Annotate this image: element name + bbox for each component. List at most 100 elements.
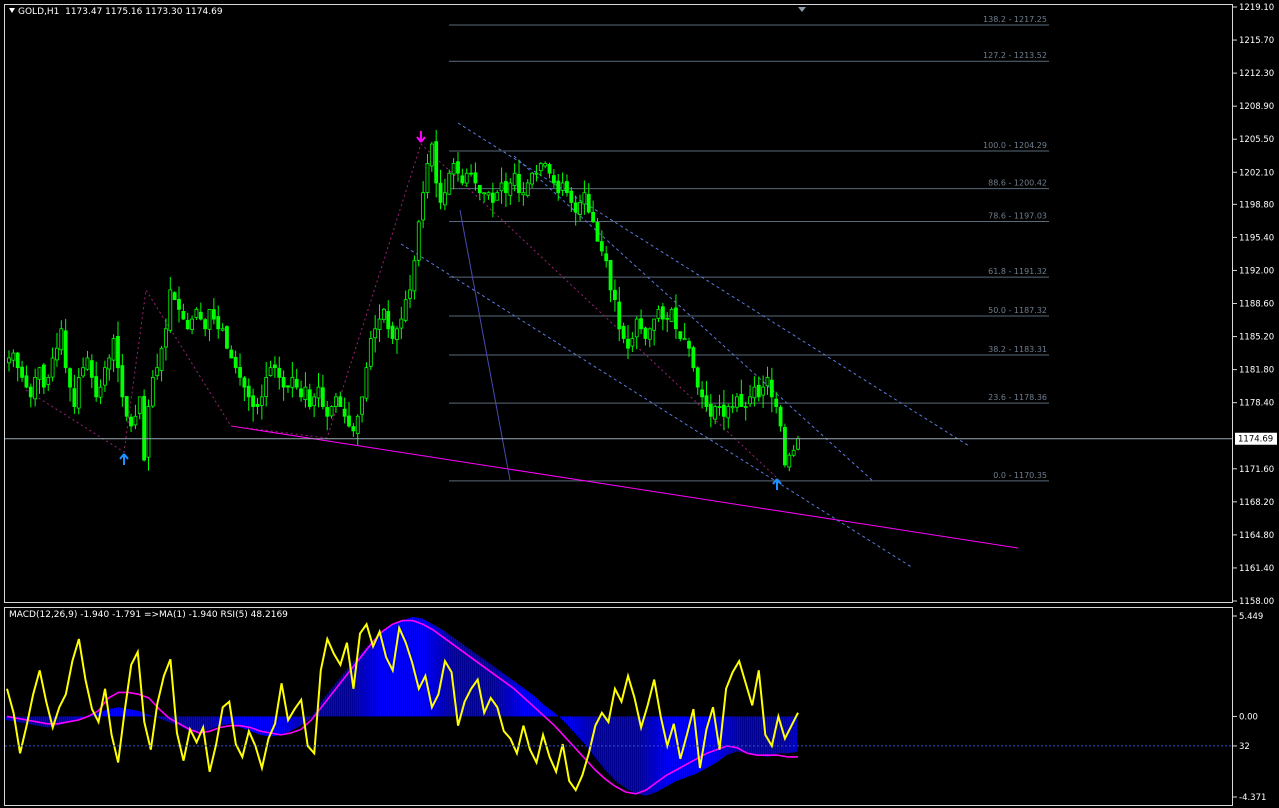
axis-label: 1219.10 bbox=[1239, 3, 1274, 13]
candle-body bbox=[547, 164, 552, 174]
candle-body bbox=[246, 385, 251, 398]
candle-body bbox=[412, 260, 417, 292]
candle-body bbox=[595, 222, 600, 242]
channel-line bbox=[457, 122, 970, 447]
candle-body bbox=[33, 376, 38, 400]
candle-body bbox=[20, 366, 24, 378]
axis-label: 1188.60 bbox=[1239, 300, 1274, 310]
axis-label: 1181.80 bbox=[1239, 366, 1274, 376]
price-chart-pane[interactable]: 138.2 - 1217.25 127.2 - 1213.52 100.0 - 12… bbox=[4, 4, 1233, 603]
candle-body bbox=[599, 241, 604, 252]
candle-body bbox=[717, 406, 722, 408]
axis-label: 1161.40 bbox=[1239, 564, 1274, 574]
candle-body bbox=[290, 376, 295, 388]
candle-body bbox=[259, 396, 264, 406]
ohlc-readout: 1173.47 1175.16 1173.30 1174.69 bbox=[65, 7, 223, 17]
fibo-label: 38.2 - 1183.31 bbox=[988, 345, 1047, 354]
candle-body bbox=[586, 194, 591, 213]
candle-body bbox=[639, 318, 643, 330]
candle-body bbox=[268, 367, 273, 376]
axis-label: 1192.00 bbox=[1239, 266, 1274, 276]
candle-body bbox=[521, 192, 526, 196]
candle-body bbox=[687, 340, 691, 349]
candle-body bbox=[229, 349, 234, 359]
candle-body bbox=[316, 386, 321, 399]
candle-body bbox=[294, 379, 299, 388]
candle-body bbox=[281, 376, 286, 388]
candle-body bbox=[116, 336, 120, 369]
candle-body bbox=[530, 172, 534, 185]
symbol-label: GOLD,H1 bbox=[18, 7, 60, 17]
candle-body bbox=[124, 396, 129, 417]
candle-body bbox=[273, 364, 277, 369]
candle-body bbox=[464, 172, 469, 184]
candle-body bbox=[796, 438, 800, 450]
indicator-pane[interactable]: MACD(12,26,9) -1.940 -1.791 =>MA(1) -1.9… bbox=[4, 607, 1233, 806]
indicator-chart-svg[interactable] bbox=[5, 608, 1232, 805]
candle-body bbox=[443, 192, 447, 206]
axis-label: 1158.00 bbox=[1239, 597, 1274, 607]
candle-body bbox=[194, 308, 199, 318]
candle-body bbox=[721, 404, 726, 417]
candle-body bbox=[451, 163, 456, 175]
candle-body bbox=[137, 396, 142, 415]
candle-body bbox=[129, 416, 133, 427]
candle-body bbox=[98, 386, 103, 398]
candle-body bbox=[133, 415, 138, 426]
candle-body bbox=[525, 182, 530, 196]
candle-body bbox=[233, 356, 238, 369]
indicator-axis-label: 5.449 bbox=[1239, 612, 1263, 622]
candle-body bbox=[216, 316, 221, 330]
candle-body bbox=[608, 260, 613, 291]
candle-body bbox=[395, 328, 399, 340]
candle-body bbox=[504, 181, 508, 194]
candle-body bbox=[312, 396, 317, 407]
candle-body bbox=[329, 406, 334, 417]
price-chart-svg[interactable]: 138.2 - 1217.25 127.2 - 1213.52 100.0 - 12… bbox=[5, 5, 1232, 602]
candle-body bbox=[660, 306, 665, 320]
indicator-header: MACD(12,26,9) -1.940 -1.791 =>MA(1) -1.9… bbox=[9, 610, 288, 620]
candle-body bbox=[438, 182, 443, 203]
candle-body bbox=[713, 406, 718, 420]
candle-body bbox=[299, 388, 303, 398]
candle-body bbox=[142, 395, 147, 461]
arrow-up-icon bbox=[119, 453, 129, 465]
fibo-label: 61.8 - 1191.32 bbox=[988, 267, 1047, 276]
candle-body bbox=[582, 192, 587, 205]
candle-body bbox=[613, 289, 617, 301]
candle-body bbox=[634, 318, 639, 338]
current-price-label: 1174.69 bbox=[1238, 435, 1273, 445]
candle-body bbox=[490, 192, 495, 203]
candle-body bbox=[769, 379, 774, 398]
candle-body bbox=[591, 212, 596, 223]
candle-body bbox=[220, 328, 225, 331]
candle-body bbox=[76, 376, 81, 409]
candle-body bbox=[752, 386, 757, 399]
candle-body bbox=[565, 181, 569, 194]
indicator-axis-label: -4.371 bbox=[1239, 793, 1266, 803]
axis-label: 1215.70 bbox=[1239, 36, 1274, 46]
axis-label: 1205.50 bbox=[1239, 135, 1274, 145]
candle-body bbox=[177, 299, 181, 310]
candle-body bbox=[46, 376, 51, 385]
collapse-triangle-icon[interactable] bbox=[9, 8, 15, 13]
fibo-label: 138.2 - 1217.25 bbox=[983, 15, 1047, 24]
candle-body bbox=[368, 338, 373, 367]
candle-body bbox=[739, 393, 744, 407]
candle-body bbox=[425, 163, 430, 193]
candle-body bbox=[761, 386, 766, 396]
candle-body bbox=[225, 326, 229, 349]
candle-body bbox=[708, 403, 713, 417]
fibo-label: 127.2 - 1213.52 bbox=[983, 51, 1047, 60]
candle-body bbox=[429, 143, 434, 167]
candle-body bbox=[72, 388, 77, 407]
candle-body bbox=[63, 330, 68, 369]
candle-body bbox=[604, 253, 609, 262]
candle-body bbox=[678, 331, 683, 339]
axis-label: 1178.40 bbox=[1239, 399, 1274, 409]
candle-body bbox=[373, 328, 378, 339]
candle-body bbox=[103, 367, 107, 386]
candle-body bbox=[28, 386, 33, 398]
candle-body bbox=[573, 202, 578, 213]
candle-body bbox=[159, 347, 164, 371]
